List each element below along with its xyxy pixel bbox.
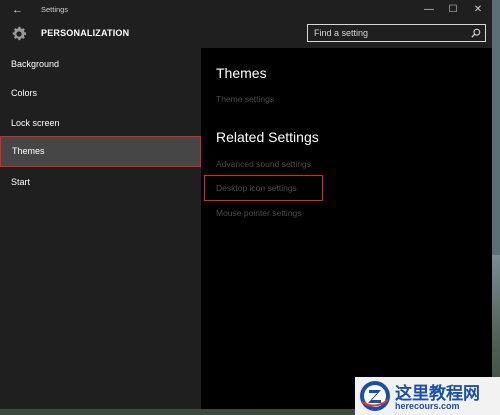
page-header: PERSONALIZATION (0, 20, 492, 48)
site-watermark: 这里教程网 herecours.com (355, 377, 500, 415)
close-button[interactable]: ✕ (466, 1, 490, 19)
related-settings-heading: Related Settings (216, 129, 319, 145)
back-arrow-icon[interactable]: ← (12, 3, 28, 17)
search-input[interactable] (308, 25, 468, 41)
sidebar-item-label: Themes (12, 146, 45, 156)
sidebar-item-themes[interactable]: Themes (0, 136, 201, 167)
watermark-en-text: herecours.com (395, 401, 460, 411)
desktop-icon-settings-link[interactable]: Desktop icon settings (216, 183, 297, 193)
content-pane: Themes Theme settings Related Settings A… (201, 48, 492, 409)
search-icon[interactable] (471, 28, 481, 38)
sidebar-item-colors[interactable]: Colors (0, 79, 201, 108)
sidebar-item-label: Lock screen (11, 118, 60, 128)
themes-heading: Themes (216, 65, 267, 81)
advanced-sound-settings-link[interactable]: Advanced sound settings (216, 159, 311, 169)
gear-icon (12, 26, 27, 41)
sidebar-item-label: Start (11, 177, 31, 187)
sidebar-item-background[interactable]: Background (0, 50, 201, 79)
site-logo-icon (360, 381, 390, 411)
app-title: Settings (41, 5, 69, 14)
title-bar: ← Settings — ☐ ✕ (0, 0, 492, 20)
search-box[interactable] (307, 24, 486, 42)
sidebar-item-start[interactable]: Start (0, 168, 201, 197)
sidebar-item-label: Colors (11, 88, 38, 98)
mouse-pointer-settings-link[interactable]: Mouse pointer settings (216, 208, 302, 218)
theme-settings-link[interactable]: Theme settings (216, 94, 274, 104)
sidebar-item-lock-screen[interactable]: Lock screen (0, 109, 201, 138)
sidebar-item-label: Background (11, 59, 60, 69)
maximize-button[interactable]: ☐ (441, 1, 465, 19)
settings-window: ← Settings — ☐ ✕ PERSONALIZATION Backgro… (0, 0, 492, 409)
minimize-button[interactable]: — (417, 1, 441, 19)
page-title: PERSONALIZATION (41, 28, 130, 38)
sidebar: Background Colors Lock screen Themes Sta… (0, 48, 201, 409)
